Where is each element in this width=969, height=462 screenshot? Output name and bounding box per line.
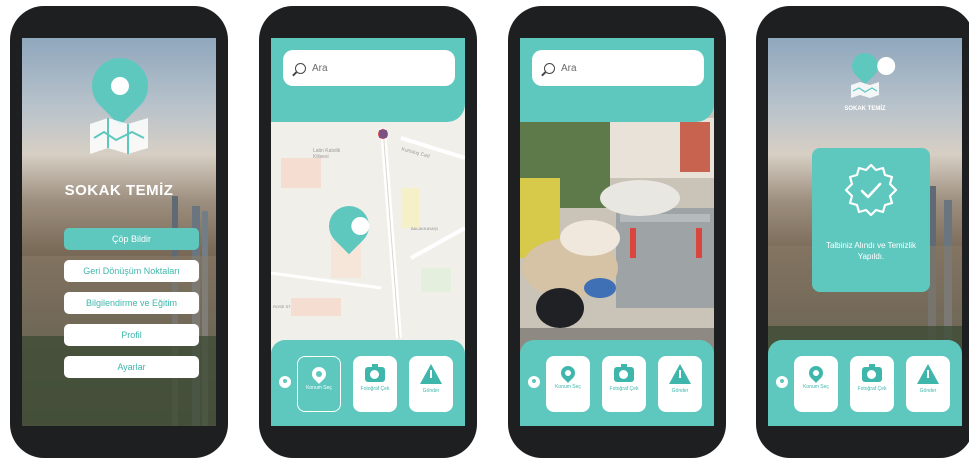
location-pin-icon (846, 47, 884, 85)
select-location-label: Konum Seç (803, 384, 829, 390)
map-icon (851, 82, 879, 98)
camera-icon (365, 364, 385, 382)
select-location-button[interactable]: Konum Seç (546, 356, 590, 412)
confirmation-screen: SOKAK TEMİZ Talbiniz Alındı ve Temizlik … (768, 38, 962, 426)
search-icon (544, 62, 555, 74)
action-bar: Konum Seç Fotoğraf Çek Gönder (271, 340, 465, 426)
phone-confirmation: SOKAK TEMİZ Talbiniz Alındı ve Temizlik … (756, 6, 969, 458)
send-label: Gönder (919, 388, 937, 394)
search-header: Ara (520, 38, 714, 122)
action-bar: Konum Seç Fotoğraf Çek Gönder (768, 340, 962, 426)
select-location-label: Konum Seç (555, 384, 581, 390)
app-title: SOKAK TEMİZ (844, 106, 886, 112)
send-label: Gönder (422, 388, 440, 394)
report-trash-button[interactable]: Çöp Bildir (64, 228, 199, 250)
app-logo (80, 46, 160, 156)
warning-triangle-icon (669, 364, 691, 384)
select-location-label: Konum Seç (306, 385, 332, 391)
camera-icon (614, 364, 634, 382)
app-logo-small (846, 47, 884, 102)
user-icon[interactable] (279, 376, 291, 388)
map-label: ROSE ST (273, 304, 291, 309)
search-header: Ara (271, 38, 465, 122)
select-location-button[interactable]: Konum Seç (297, 356, 341, 412)
confirmation-message: Talbiniz Alındı ve Temizlik Yapıldı. (825, 241, 917, 261)
welcome-screen: SOKAK TEMİZ Çöp Bildir Geri Dönüşüm Nokt… (22, 38, 216, 426)
take-photo-label: Fotoğraf Çek (609, 386, 639, 392)
send-button[interactable]: Gönder (409, 356, 453, 412)
verified-badge-icon (844, 163, 898, 217)
map-label: Latin Katolik Kilisesi (313, 148, 341, 160)
select-location-button[interactable]: Konum Seç (794, 356, 838, 412)
phone-map: Latin Katolik Kilisesi Kurtuluş Cad BALA… (259, 6, 477, 458)
send-button[interactable]: Gönder (658, 356, 702, 412)
search-icon (295, 62, 306, 74)
photo-screen: Ara Konum Seç Fotoğraf Çek Gönder (520, 38, 714, 426)
profile-button[interactable]: Profil (64, 324, 199, 346)
user-icon[interactable] (776, 376, 788, 388)
location-pin-icon (558, 363, 578, 383)
action-bar: Konum Seç Fotoğraf Çek Gönder (520, 340, 714, 426)
phone-welcome: SOKAK TEMİZ Çöp Bildir Geri Dönüşüm Nokt… (10, 6, 228, 458)
map-icon (90, 118, 148, 154)
send-button[interactable]: Gönder (906, 356, 950, 412)
recycling-points-button[interactable]: Geri Dönüşüm Noktaları (64, 260, 199, 282)
warning-triangle-icon (420, 364, 442, 384)
location-pin-icon (309, 364, 329, 384)
warning-triangle-icon (917, 364, 939, 384)
confirmation-card: Talbiniz Alındı ve Temizlik Yapıldı. (812, 148, 930, 292)
take-photo-label: Fotoğraf Çek (360, 386, 390, 392)
app-title: SOKAK TEMİZ (64, 182, 174, 199)
information-education-button[interactable]: Bilgilendirme ve Eğitim (64, 292, 199, 314)
take-photo-label: Fotoğraf Çek (857, 386, 887, 392)
send-label: Gönder (671, 388, 689, 394)
search-placeholder: Ara (561, 62, 577, 74)
search-input[interactable]: Ara (283, 50, 455, 86)
search-input[interactable]: Ara (532, 50, 704, 86)
settings-button[interactable]: Ayarlar (64, 356, 199, 378)
user-icon[interactable] (528, 376, 540, 388)
phone-photo: Ara Konum Seç Fotoğraf Çek Gönder (508, 6, 726, 458)
location-pin-icon (80, 46, 160, 126)
map-label: BALAKKAYAŞI (411, 226, 438, 231)
take-photo-button[interactable]: Fotoğraf Çek (353, 356, 397, 412)
location-pin-icon (806, 363, 826, 383)
search-placeholder: Ara (312, 62, 328, 74)
camera-icon (862, 364, 882, 382)
take-photo-button[interactable]: Fotoğraf Çek (850, 356, 894, 412)
take-photo-button[interactable]: Fotoğraf Çek (602, 356, 646, 412)
map-screen: Latin Katolik Kilisesi Kurtuluş Cad BALA… (271, 38, 465, 426)
